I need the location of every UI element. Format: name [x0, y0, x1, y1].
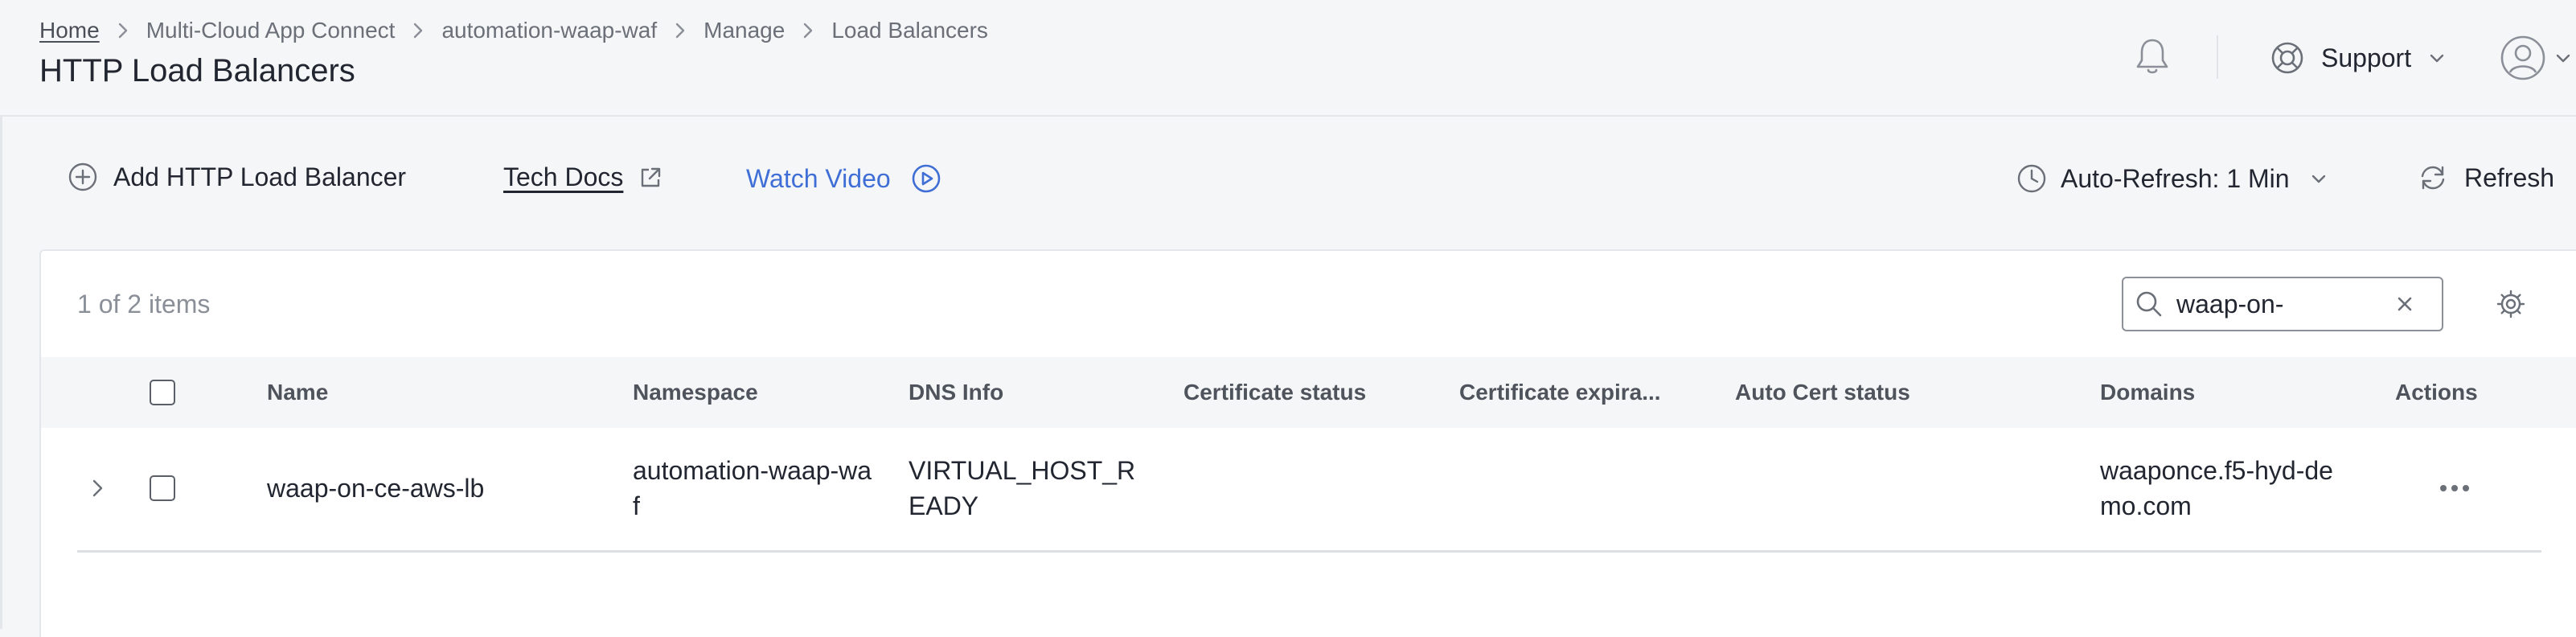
breadcrumb: Home Multi-Cloud App Connect automation-…	[39, 18, 988, 43]
search-icon	[2136, 291, 2162, 317]
column-header-actions: Actions	[2395, 380, 2478, 405]
header-divider	[2217, 35, 2218, 79]
gear-icon[interactable]	[2495, 288, 2527, 320]
load-balancer-table-card: 1 of 2 items Name Namespace DNS Info Cer…	[39, 249, 2576, 637]
items-count: 1 of 2 items	[77, 290, 211, 318]
bell-icon[interactable]	[2130, 34, 2175, 79]
breadcrumb-home[interactable]: Home	[39, 18, 100, 43]
watch-video-link[interactable]: Watch Video	[746, 162, 942, 195]
add-http-load-balancer-label: Add HTTP Load Balancer	[113, 162, 407, 191]
watch-video-label: Watch Video	[746, 163, 891, 193]
auto-refresh-dropdown[interactable]: Auto-Refresh: 1 Min	[2016, 162, 2328, 195]
user-circle-icon	[2500, 35, 2545, 80]
close-icon[interactable]	[2393, 293, 2416, 315]
column-header-certificate-expiration[interactable]: Certificate expira...	[1459, 357, 1661, 428]
chevron-right-icon	[412, 22, 424, 39]
plus-circle-icon	[68, 162, 97, 191]
lifebuoy-icon	[2271, 42, 2303, 74]
more-horizontal-icon[interactable]	[2437, 479, 2472, 497]
chevron-down-icon	[2311, 175, 2325, 183]
select-all-checkbox[interactable]	[150, 380, 175, 405]
tech-docs-label: Tech Docs	[503, 162, 624, 191]
breadcrumb-load-balancers: Load Balancers	[831, 18, 988, 43]
external-link-icon	[642, 167, 661, 187]
search-field[interactable]	[2122, 277, 2443, 331]
play-circle-icon	[912, 164, 940, 193]
chevron-down-icon	[2556, 54, 2570, 63]
auto-refresh-label: Auto-Refresh: 1 Min	[2061, 163, 2290, 193]
refresh-label: Refresh	[2464, 162, 2555, 192]
clock-icon	[2017, 164, 2046, 193]
cell-name[interactable]: waap-on-ce-aws-lb	[267, 471, 484, 506]
support-menu[interactable]: Support	[2270, 37, 2447, 79]
column-header-domains[interactable]: Domains	[2100, 357, 2195, 428]
search-input[interactable]	[2176, 289, 2385, 319]
page-header: Home Multi-Cloud App Connect automation-…	[0, 0, 2576, 117]
column-header-name[interactable]: Name	[267, 357, 328, 428]
chevron-right-icon[interactable]	[85, 476, 109, 500]
cell-namespace: automation-waap-waf	[633, 456, 872, 520]
chevron-down-icon	[2430, 54, 2444, 63]
chevron-right-icon	[117, 22, 129, 39]
column-header-dns-info[interactable]: DNS Info	[909, 357, 1003, 428]
column-header-auto-cert-status[interactable]: Auto Cert status	[1735, 357, 1910, 428]
breadcrumb-namespace[interactable]: automation-waap-waf	[441, 18, 657, 43]
chevron-right-icon	[802, 22, 814, 39]
column-header-certificate-status[interactable]: Certificate status	[1183, 357, 1366, 428]
column-header-namespace[interactable]: Namespace	[633, 357, 758, 428]
breadcrumb-manage[interactable]: Manage	[703, 18, 785, 43]
chevron-right-icon	[675, 22, 686, 39]
row-checkbox[interactable]	[150, 475, 175, 501]
user-menu[interactable]	[2499, 34, 2573, 82]
refresh-icon	[2421, 166, 2445, 190]
cell-domains: waaponce.f5-hyd-demo.com	[2100, 456, 2333, 520]
tech-docs-link[interactable]: Tech Docs	[503, 162, 663, 192]
cell-dns-info: VIRTUAL_HOST_READY	[909, 456, 1136, 520]
page-title: HTTP Load Balancers	[39, 53, 355, 88]
table-row[interactable]: waap-on-ce-aws-lb automation-waap-waf VI…	[77, 428, 2541, 553]
refresh-button[interactable]: Refresh	[2418, 162, 2554, 193]
table-header: Name Namespace DNS Info Certificate stat…	[41, 357, 2576, 428]
support-label: Support	[2321, 43, 2412, 72]
breadcrumb-multi-cloud-app-connect[interactable]: Multi-Cloud App Connect	[146, 18, 396, 43]
add-http-load-balancer-button[interactable]: Add HTTP Load Balancer	[67, 161, 406, 193]
